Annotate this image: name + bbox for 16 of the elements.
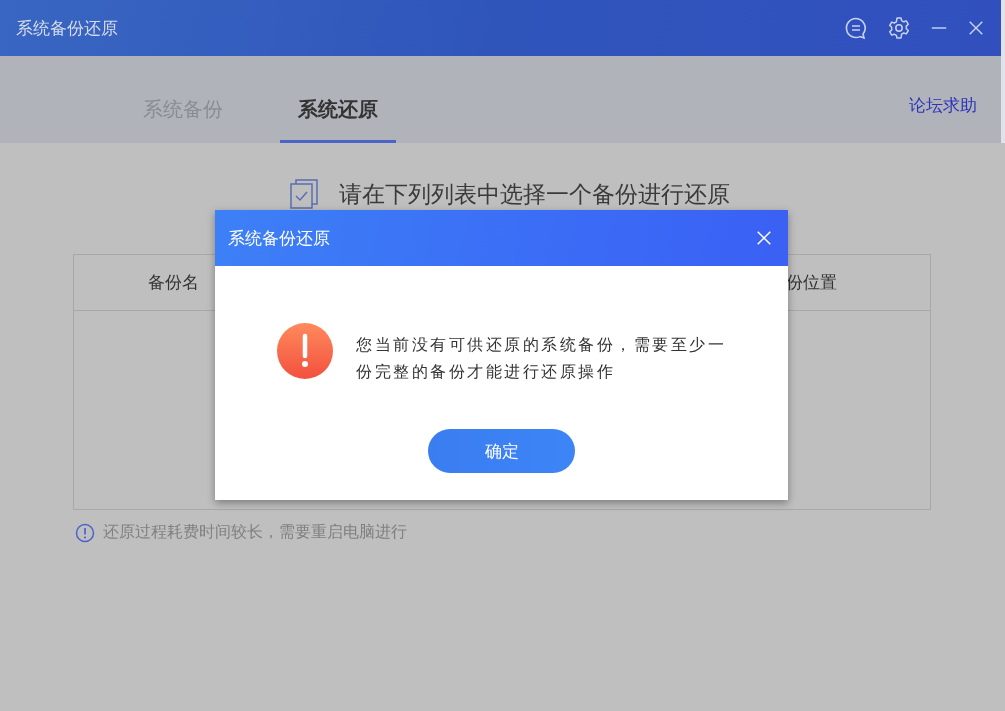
window-title: 系统备份还原 (16, 16, 118, 40)
chat-bubble-icon[interactable] (844, 16, 868, 40)
restore-note: 还原过程耗费时间较长，需要重启电脑进行 (103, 522, 407, 543)
dialog-message: 您当前没有可供还原的系统备份，需要至少一份完整的备份才能进行还原操作 (356, 334, 727, 383)
instruction-heading: 请在下列列表中选择一个备份进行还原 (338, 179, 730, 209)
checklist-icon (288, 179, 319, 209)
column-header: 备份名 (148, 271, 199, 294)
tab[interactable]: 系统还原 (280, 56, 396, 143)
confirm-button[interactable]: 确定 (428, 429, 575, 473)
close-icon[interactable] (967, 19, 985, 37)
settings-icon[interactable] (887, 16, 911, 40)
dialog-title: 系统备份还原 (228, 226, 330, 250)
info-icon (75, 522, 95, 543)
close-icon[interactable] (755, 229, 773, 247)
forum-help-link[interactable]: 论坛求助 (909, 94, 977, 118)
warning-icon (277, 323, 333, 379)
